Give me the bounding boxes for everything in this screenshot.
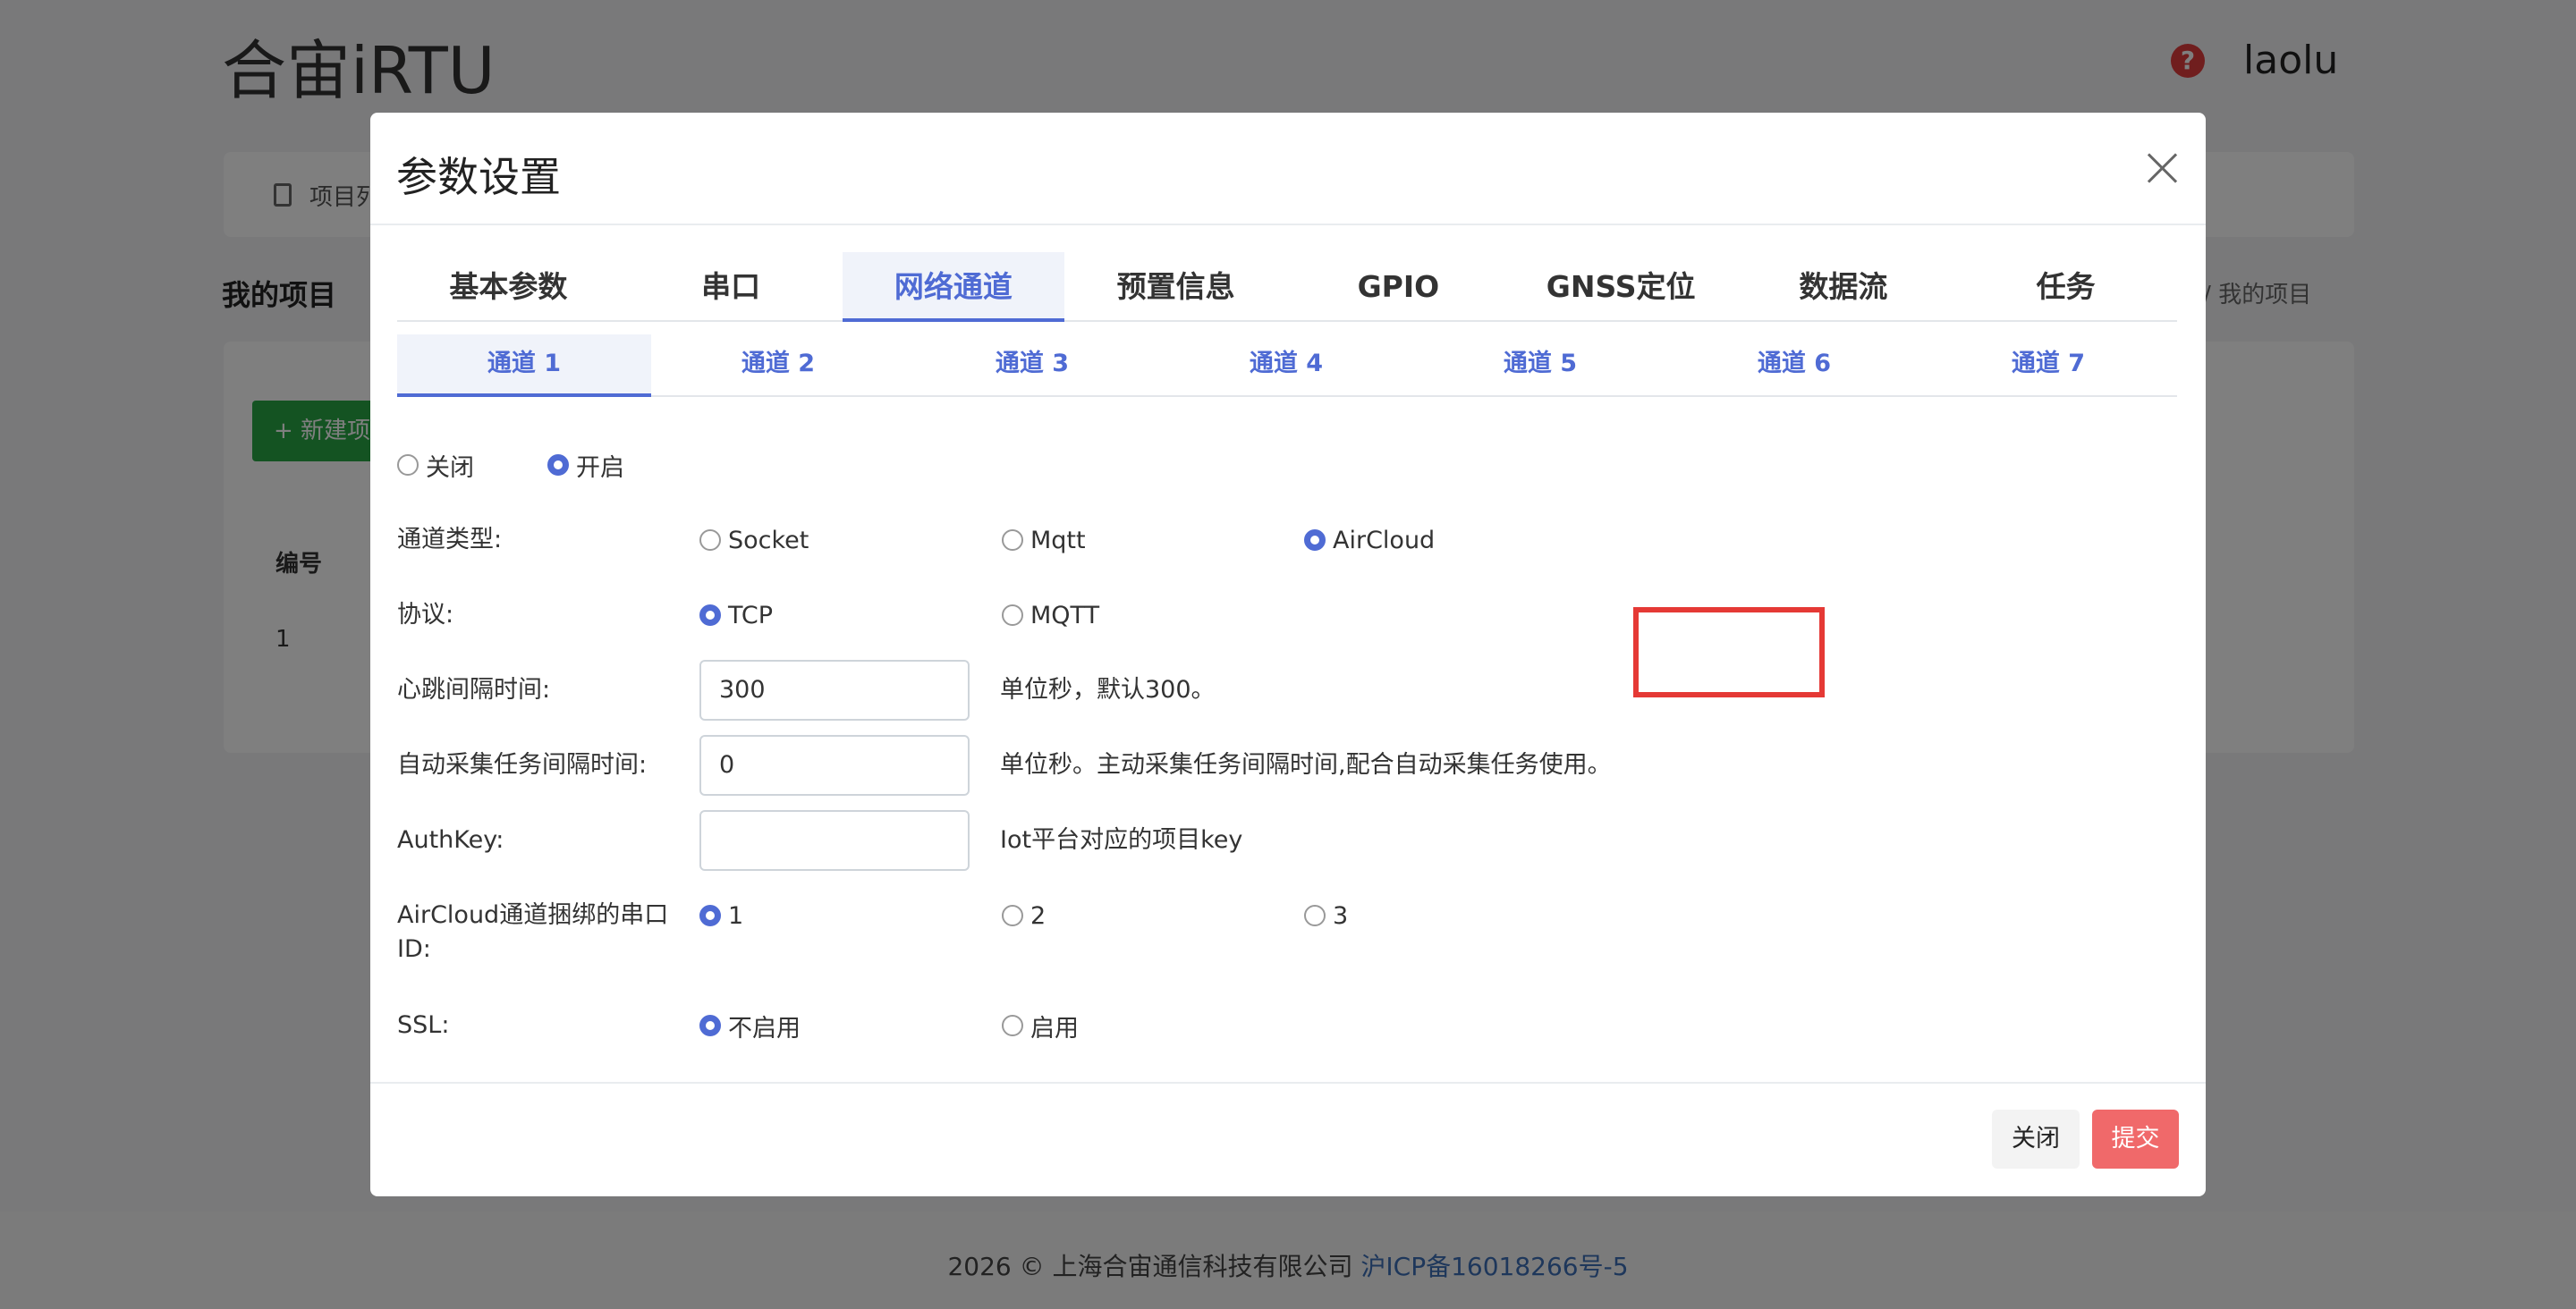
tab-channel-1[interactable]: 通道 1 — [397, 334, 651, 397]
submit-button[interactable]: 提交 — [2092, 1110, 2179, 1169]
tab-channel-3[interactable]: 通道 3 — [905, 334, 1159, 397]
tab-channel-4[interactable]: 通道 4 — [1159, 334, 1413, 397]
tab-channel-7[interactable]: 通道 7 — [1921, 334, 2175, 397]
close-button[interactable]: 关闭 — [1992, 1110, 2080, 1169]
radio-mqtt-protocol[interactable]: MQTT — [1002, 598, 1099, 632]
authkey-hint: Iot平台对应的项目key — [1000, 826, 1243, 854]
radio-circle — [699, 529, 721, 551]
serial-id-label: AirCloud通道捆绑的串口ID: — [397, 901, 669, 963]
radio-circle — [1304, 905, 1326, 926]
ssl-label: SSL: — [397, 1011, 450, 1039]
radio-serial-2[interactable]: 2 — [1002, 899, 1046, 933]
radio-off[interactable]: 关闭 — [397, 448, 474, 482]
close-icon[interactable] — [2143, 148, 2182, 188]
protocol-label: 协议: — [397, 601, 454, 629]
modal-title: 参数设置 — [396, 153, 561, 201]
tab-gpio[interactable]: GPIO — [1287, 252, 1510, 322]
auto-collect-hint: 单位秒。主动采集任务间隔时间,配合自动采集任务使用。 — [1000, 751, 1612, 779]
tab-dataflow[interactable]: 数据流 — [1733, 252, 1955, 322]
heartbeat-hint: 单位秒，默认300。 — [1000, 676, 1216, 704]
tab-channel-6[interactable]: 通道 6 — [1667, 334, 1921, 397]
channel-tabs: 通道 1 通道 2 通道 3 通道 4 通道 5 通道 6 通道 7 — [397, 334, 2177, 397]
radio-circle — [1002, 1015, 1023, 1036]
radio-tcp[interactable]: TCP — [699, 598, 773, 632]
auto-collect-label: 自动采集任务间隔时间: — [397, 751, 648, 779]
radio-circle — [1002, 529, 1023, 551]
radio-circle — [699, 604, 721, 626]
radio-serial-1[interactable]: 1 — [699, 899, 743, 933]
auto-collect-input[interactable]: 0 — [699, 735, 970, 796]
tab-task[interactable]: 任务 — [1954, 252, 2177, 322]
tab-basic[interactable]: 基本参数 — [397, 252, 620, 322]
tab-gnss[interactable]: GNSS定位 — [1510, 252, 1733, 322]
authkey-input[interactable] — [699, 810, 970, 871]
radio-serial-3[interactable]: 3 — [1304, 899, 1348, 933]
radio-circle — [397, 454, 419, 476]
tab-channel-2[interactable]: 通道 2 — [651, 334, 905, 397]
aircloud-highlight-box — [1633, 607, 1825, 697]
radio-circle — [547, 454, 569, 476]
main-tabs: 基本参数 串口 网络通道 预置信息 GPIO GNSS定位 数据流 任务 — [397, 252, 2177, 322]
authkey-label: AuthKey: — [397, 826, 504, 854]
radio-circle — [1002, 604, 1023, 626]
radio-ssl-off[interactable]: 不启用 — [699, 1009, 801, 1043]
radio-aircloud[interactable]: AirCloud — [1304, 523, 1435, 557]
radio-socket[interactable]: Socket — [699, 523, 809, 557]
radio-circle — [699, 1015, 721, 1036]
tab-serial[interactable]: 串口 — [620, 252, 843, 322]
settings-modal: 参数设置 基本参数 串口 网络通道 预置信息 GPIO GNSS定位 数据流 任… — [370, 113, 2206, 1196]
heartbeat-label: 心跳间隔时间: — [397, 676, 551, 704]
radio-mqtt[interactable]: Mqtt — [1002, 523, 1086, 557]
heartbeat-input[interactable]: 300 — [699, 660, 970, 721]
radio-ssl-on[interactable]: 启用 — [1002, 1009, 1079, 1043]
tab-network[interactable]: 网络通道 — [842, 252, 1065, 322]
radio-circle — [699, 905, 721, 926]
modal-header: 参数设置 — [370, 113, 2206, 225]
radio-circle — [1304, 529, 1326, 551]
channel-type-label: 通道类型: — [397, 526, 503, 553]
tab-preset[interactable]: 预置信息 — [1064, 252, 1287, 322]
radio-circle — [1002, 905, 1023, 926]
radio-on[interactable]: 开启 — [547, 448, 624, 482]
modal-footer: 关闭 提交 — [370, 1082, 2206, 1196]
tab-channel-5[interactable]: 通道 5 — [1413, 334, 1667, 397]
